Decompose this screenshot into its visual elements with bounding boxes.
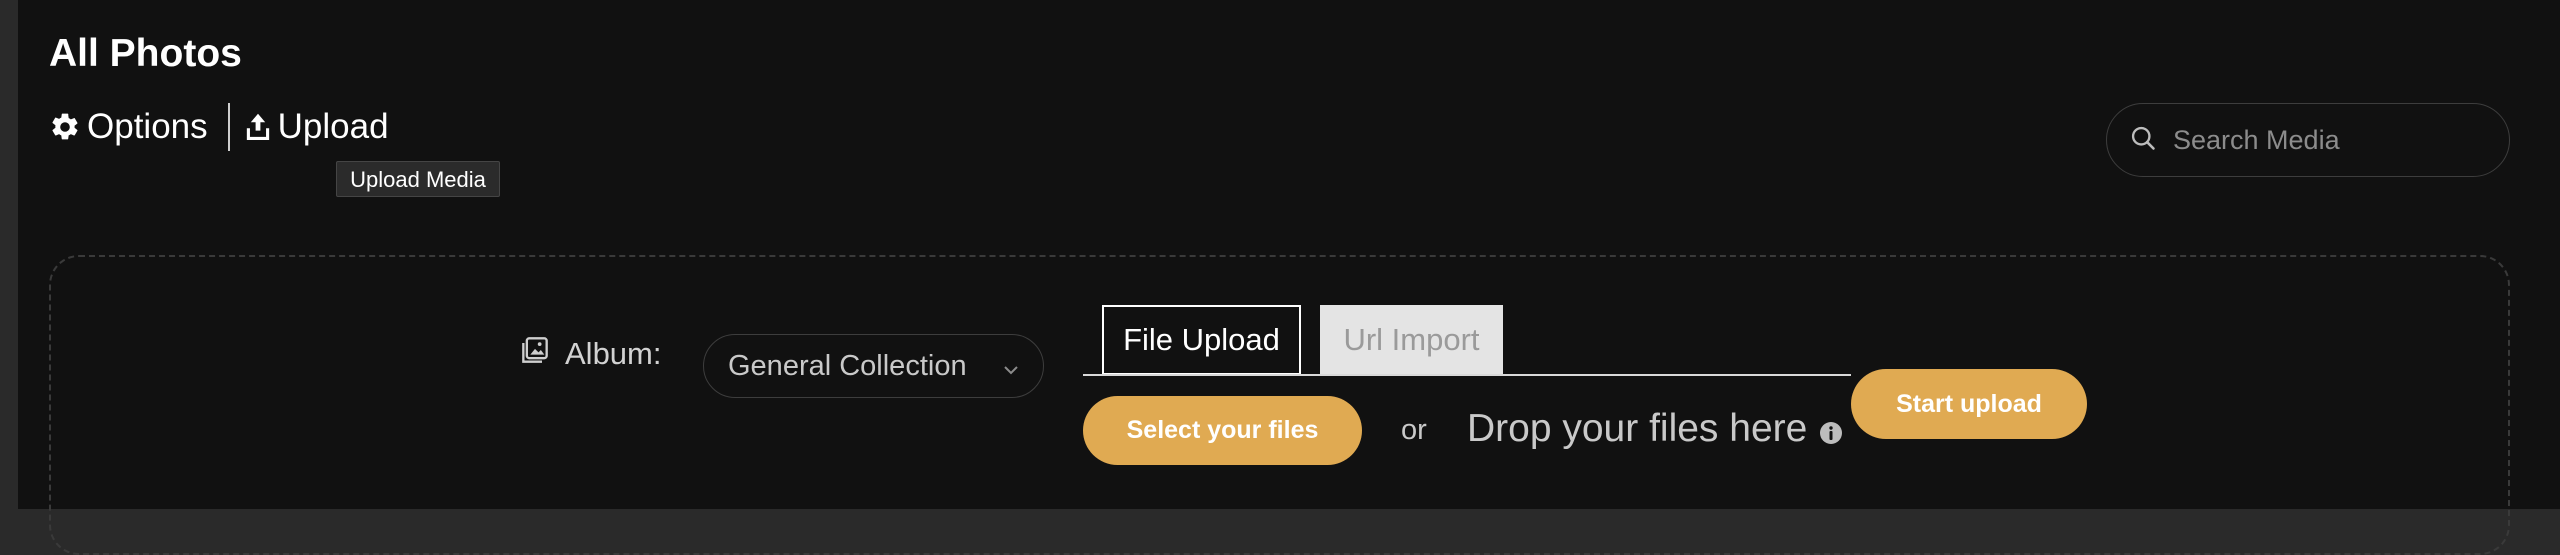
info-icon[interactable] bbox=[1819, 421, 1843, 450]
upload-icon bbox=[246, 112, 270, 142]
or-separator: or bbox=[1401, 414, 1427, 446]
tab-underline bbox=[1083, 374, 1851, 376]
album-select-value: General Collection bbox=[728, 349, 967, 382]
search-input[interactable] bbox=[2171, 123, 2495, 157]
select-files-button[interactable]: Select your files bbox=[1083, 396, 1362, 465]
upload-tooltip: Upload Media bbox=[336, 161, 500, 197]
upload-button[interactable]: Upload bbox=[246, 107, 389, 147]
tab-file-upload[interactable]: File Upload bbox=[1102, 305, 1301, 375]
options-label: Options bbox=[87, 107, 208, 146]
tab-url-import[interactable]: Url Import bbox=[1320, 305, 1503, 375]
album-label: Album: bbox=[521, 332, 661, 376]
gear-icon bbox=[49, 111, 81, 143]
album-label-text: Album: bbox=[565, 336, 662, 371]
upload-label: Upload bbox=[277, 107, 389, 146]
page-title: All Photos bbox=[49, 32, 242, 75]
start-upload-button[interactable]: Start upload bbox=[1851, 369, 2087, 439]
chevron-down-icon bbox=[1003, 350, 1019, 383]
toolbar-divider bbox=[227, 103, 230, 151]
search-box[interactable] bbox=[2106, 103, 2510, 177]
toolbar: Options Upload bbox=[49, 100, 389, 154]
drop-files-text: Drop your files here bbox=[1467, 407, 1808, 450]
search-icon bbox=[2129, 124, 2157, 157]
album-select[interactable]: General Collection bbox=[703, 334, 1044, 398]
options-button[interactable]: Options bbox=[49, 107, 208, 147]
album-icon bbox=[521, 336, 565, 372]
